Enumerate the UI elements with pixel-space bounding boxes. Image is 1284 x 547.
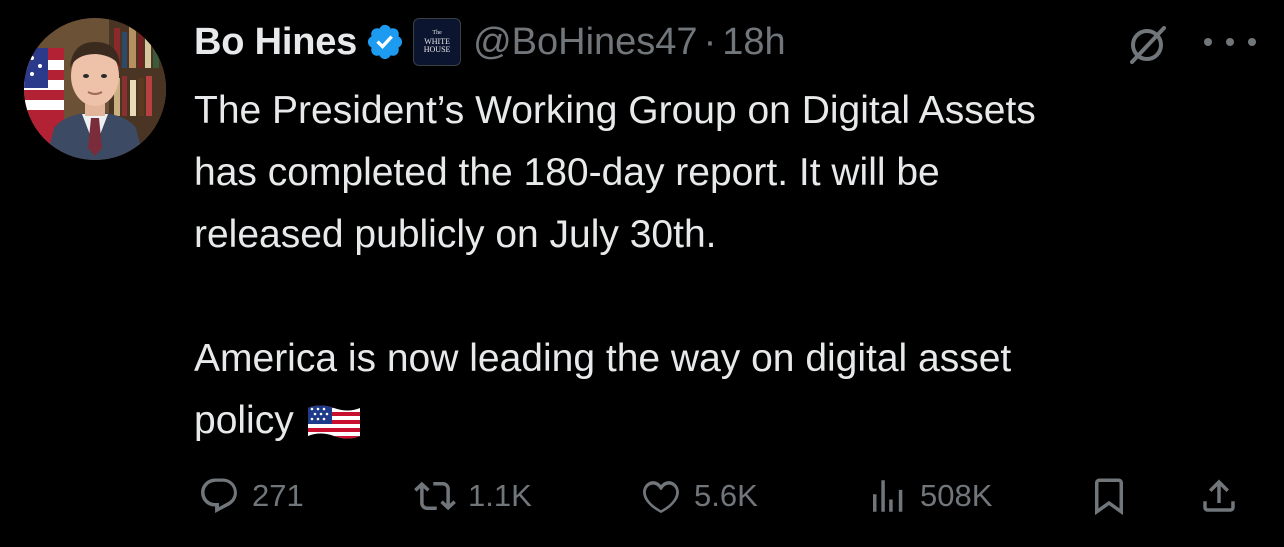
views-button[interactable]: 508K — [866, 472, 992, 520]
bookmark-button[interactable] — [1088, 472, 1130, 520]
avatar[interactable] — [24, 18, 166, 160]
share-button[interactable] — [1198, 472, 1240, 520]
tweet: Bo Hines The WHITE HOUSE @BoHines47 · 18… — [0, 0, 1284, 547]
bookmark-icon — [1088, 475, 1130, 517]
more-dot — [1226, 38, 1234, 46]
more-icon[interactable] — [1204, 22, 1256, 62]
share-icon — [1198, 475, 1240, 517]
reply-button[interactable]: 271 — [198, 472, 304, 520]
timestamp[interactable]: 18h — [722, 21, 785, 64]
reply-count: 271 — [252, 478, 304, 513]
text-line-last: policy — [194, 390, 1264, 452]
text-line-word: policy — [194, 399, 294, 442]
text-line: has completed the 180-day report. It wil… — [194, 151, 940, 194]
separator-dot: · — [703, 20, 717, 63]
affiliation-line3: HOUSE — [423, 45, 451, 54]
us-flag-emoji — [306, 399, 362, 439]
repost-icon — [414, 475, 456, 517]
verified-badge-icon[interactable] — [365, 22, 405, 62]
like-button[interactable]: 5.6K — [640, 472, 758, 520]
author-name[interactable]: Bo Hines — [194, 21, 357, 64]
reply-icon — [198, 475, 240, 517]
repost-count: 1.1K — [468, 478, 532, 513]
heart-icon — [640, 475, 682, 517]
action-bar: 271 1.1K 5.6K 508K — [194, 472, 1264, 520]
views-icon — [866, 475, 908, 517]
author-handle[interactable]: @BoHines47 — [473, 21, 697, 64]
more-dot — [1248, 38, 1256, 46]
tweet-text: The President’s Working Group on Digital… — [194, 80, 1264, 452]
white-house-affiliation-badge[interactable]: The WHITE HOUSE — [413, 18, 462, 66]
views-count: 508K — [920, 478, 993, 513]
repost-button[interactable]: 1.1K — [414, 472, 532, 520]
text-line: The President’s Working Group on Digital… — [194, 89, 1036, 132]
more-dot — [1204, 38, 1212, 46]
text-line: America is now leading the way on digita… — [194, 337, 1012, 380]
like-count: 5.6K — [694, 478, 758, 513]
grok-icon[interactable] — [1124, 22, 1170, 68]
affiliation-line1: The — [432, 30, 442, 36]
tweet-header: Bo Hines The WHITE HOUSE @BoHines47 · 18… — [194, 16, 786, 68]
text-line: released publicly on July 30th. — [194, 213, 717, 256]
